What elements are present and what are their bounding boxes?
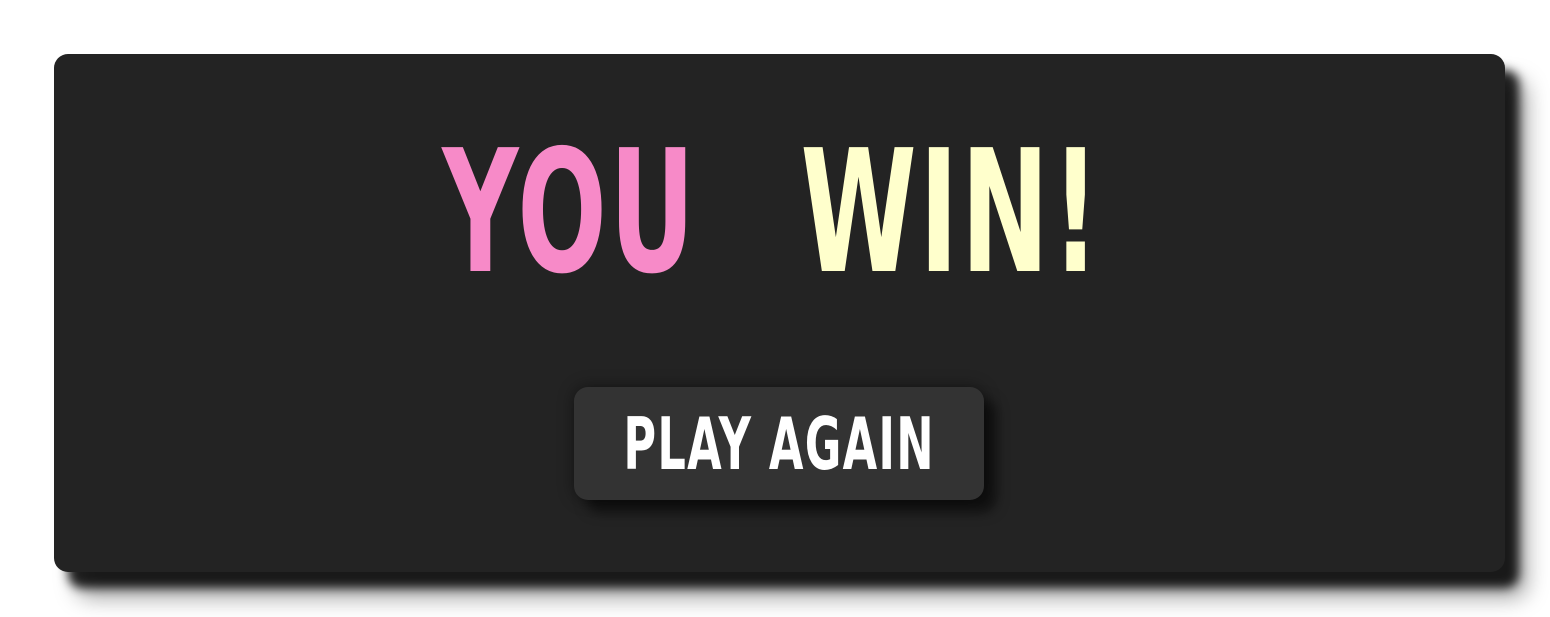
title-word-you: YOU xyxy=(442,114,698,312)
play-again-label: PLAY AGAIN xyxy=(623,401,935,486)
result-dialog: YOU WIN! PLAY AGAIN xyxy=(54,54,1505,572)
result-title: YOU WIN! xyxy=(54,128,1505,298)
game-screen: YOU WIN! PLAY AGAIN xyxy=(0,0,1550,617)
play-again-button[interactable]: PLAY AGAIN xyxy=(574,387,984,500)
title-word-win: WIN! xyxy=(800,114,1103,312)
